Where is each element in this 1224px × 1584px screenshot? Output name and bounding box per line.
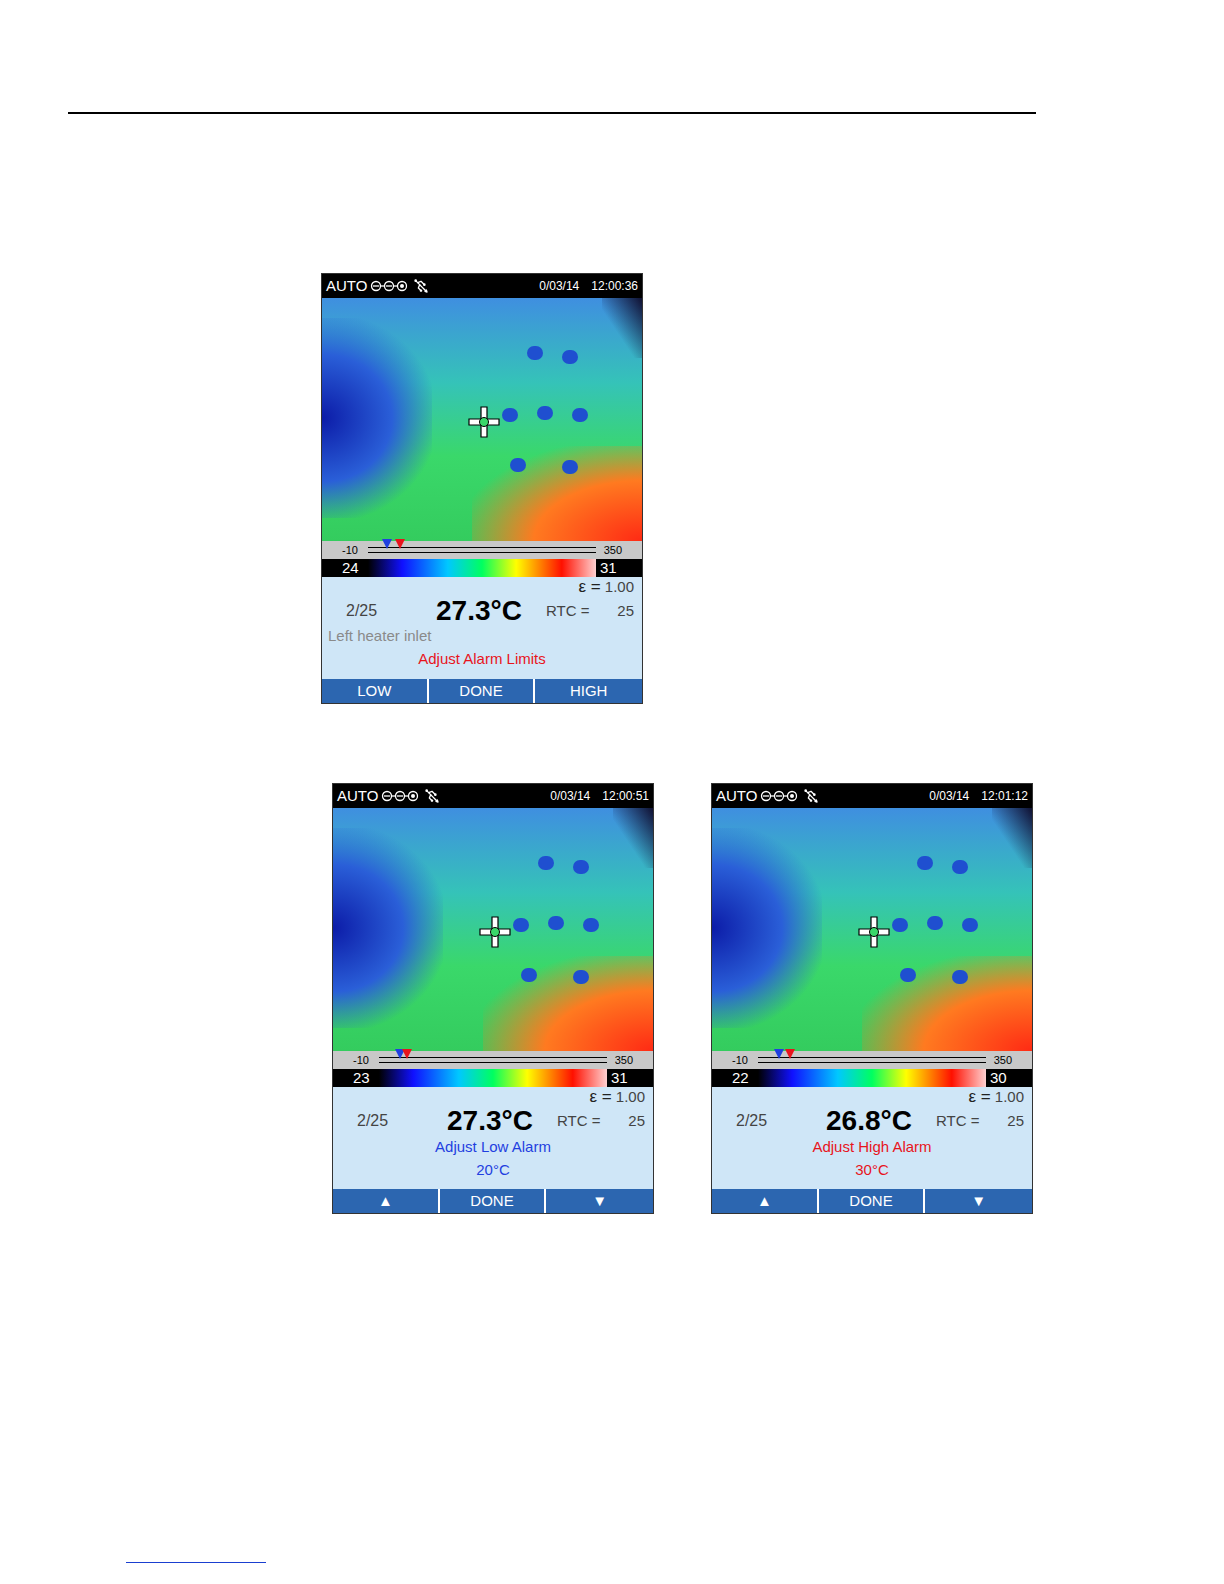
rtc-label: RTC = <box>936 1107 979 1135</box>
softkey-button[interactable]: ▲ <box>333 1189 440 1213</box>
scale: -10 350 23 31 <box>333 1051 653 1087</box>
alarm-track <box>379 1057 607 1063</box>
thermal-image <box>333 808 653 1051</box>
crosshair-icon <box>858 916 890 948</box>
battery-icon <box>370 280 410 292</box>
softkey-bar: ▲DONE▼ <box>712 1189 1032 1213</box>
high-marker-icon <box>785 1049 795 1059</box>
softkey-button[interactable]: ▼ <box>546 1189 653 1213</box>
low-marker-icon <box>774 1049 784 1059</box>
high-marker-icon <box>402 1049 412 1059</box>
image-note: Left heater inlet <box>322 625 642 647</box>
mode: AUTO <box>337 785 378 808</box>
crosshair-icon <box>479 916 511 948</box>
span-high: 31 <box>607 1069 653 1087</box>
alarm-track <box>758 1057 986 1063</box>
scale-min: -10 <box>732 1052 758 1069</box>
low-marker-icon <box>382 539 392 549</box>
status-bar: AUTO 0/03/14 12:01:12 <box>712 784 1032 808</box>
softkey-button[interactable]: DONE <box>819 1189 926 1213</box>
span-high: 31 <box>596 559 642 577</box>
time: 12:01:12 <box>981 787 1028 805</box>
alarm-value: 20°C <box>333 1159 653 1181</box>
thermal-image <box>322 298 642 541</box>
scale: -10 350 22 30 <box>712 1051 1032 1087</box>
temperature-reading: 26.8°C <box>802 1107 936 1135</box>
softkey-button[interactable]: DONE <box>429 679 536 703</box>
date: 0/03/14 <box>539 277 579 295</box>
status-message: Adjust High Alarm <box>712 1135 1032 1159</box>
emissivity: 1.00 <box>616 1087 645 1107</box>
alarm-value: 30°C <box>712 1159 1032 1181</box>
rtc-label: RTC = <box>557 1107 600 1135</box>
scale: -10 350 24 31 <box>322 541 642 577</box>
softkey-button[interactable]: HIGH <box>535 679 642 703</box>
rtc: 25 <box>617 597 634 625</box>
softkey-button[interactable]: DONE <box>440 1189 547 1213</box>
image-index: 2/25 <box>712 1107 802 1135</box>
status-message: Adjust Low Alarm <box>333 1135 653 1159</box>
high-marker-icon <box>395 539 405 549</box>
span-low: 22 <box>712 1069 758 1087</box>
crosshair-icon <box>468 406 500 438</box>
usb-icon <box>413 278 429 294</box>
usb-icon <box>803 788 819 804</box>
camera-screen: AUTO 0/03/14 12:00:36 -10 350 24 31ε =1.00 2/25… <box>321 273 643 704</box>
date: 0/03/14 <box>550 787 590 805</box>
emissivity: 1.00 <box>605 577 634 597</box>
camera-screen: AUTO 0/03/14 12:00:51 -10 350 23 31ε =1.00 2/25… <box>332 783 654 1214</box>
mode: AUTO <box>326 275 367 298</box>
image-index: 2/25 <box>322 597 412 625</box>
status-bar: AUTO 0/03/14 12:00:51 <box>333 784 653 808</box>
scale-max: 350 <box>615 1052 633 1069</box>
emissivity-label: ε = <box>579 577 601 597</box>
span-high: 30 <box>986 1069 1032 1087</box>
image-index: 2/25 <box>333 1107 423 1135</box>
rtc-label: RTC = <box>546 597 589 625</box>
palette-bar <box>758 1069 986 1087</box>
date: 0/03/14 <box>929 787 969 805</box>
scale-min: -10 <box>342 542 368 559</box>
header-rule <box>68 112 1036 114</box>
info-panel: ε =1.00 2/2527.3°CRTC = 25Adjust Low Alarm… <box>333 1087 653 1189</box>
info-panel: ε =1.00 2/2526.8°CRTC = 25Adjust High Alar… <box>712 1087 1032 1189</box>
time: 12:00:51 <box>602 787 649 805</box>
emissivity-label: ε = <box>969 1087 991 1107</box>
palette-bar <box>379 1069 607 1087</box>
manual-page: AUTO0/03/1412:00:36-103502431ε =1.002/25… <box>0 0 1224 1584</box>
scale-min: -10 <box>353 1052 379 1069</box>
rtc: 25 <box>1007 1107 1024 1135</box>
status-bar: AUTO 0/03/14 12:00:36 <box>322 274 642 298</box>
thermal-image <box>712 808 1032 1051</box>
emissivity: 1.00 <box>995 1087 1024 1107</box>
softkey-bar: ▲DONE▼ <box>333 1189 653 1213</box>
span-low: 23 <box>333 1069 379 1087</box>
battery-icon <box>760 790 800 802</box>
scale-max: 350 <box>994 1052 1012 1069</box>
softkey-button[interactable]: LOW <box>322 679 429 703</box>
scale-max: 350 <box>604 542 622 559</box>
mode: AUTO <box>716 785 757 808</box>
palette-bar <box>368 559 596 577</box>
usb-icon <box>424 788 440 804</box>
camera-screen: AUTO 0/03/14 12:01:12 -10 350 22 30ε =1.00 2/25… <box>711 783 1033 1214</box>
temperature-reading: 27.3°C <box>423 1107 557 1135</box>
alarm-track <box>368 547 596 553</box>
softkey-bar: LOWDONEHIGH <box>322 679 642 703</box>
rtc: 25 <box>628 1107 645 1135</box>
info-panel: ε =1.00 2/2527.3°CRTC = 25Left heater inle… <box>322 577 642 679</box>
softkey-button[interactable]: ▲ <box>712 1189 819 1213</box>
status-message: Adjust Alarm Limits <box>322 647 642 671</box>
battery-icon <box>381 790 421 802</box>
time: 12:00:36 <box>591 277 638 295</box>
footer-link-line <box>126 1562 266 1563</box>
emissivity-label: ε = <box>590 1087 612 1107</box>
span-low: 24 <box>322 559 368 577</box>
temperature-reading: 27.3°C <box>412 597 546 625</box>
softkey-button[interactable]: ▼ <box>925 1189 1032 1213</box>
